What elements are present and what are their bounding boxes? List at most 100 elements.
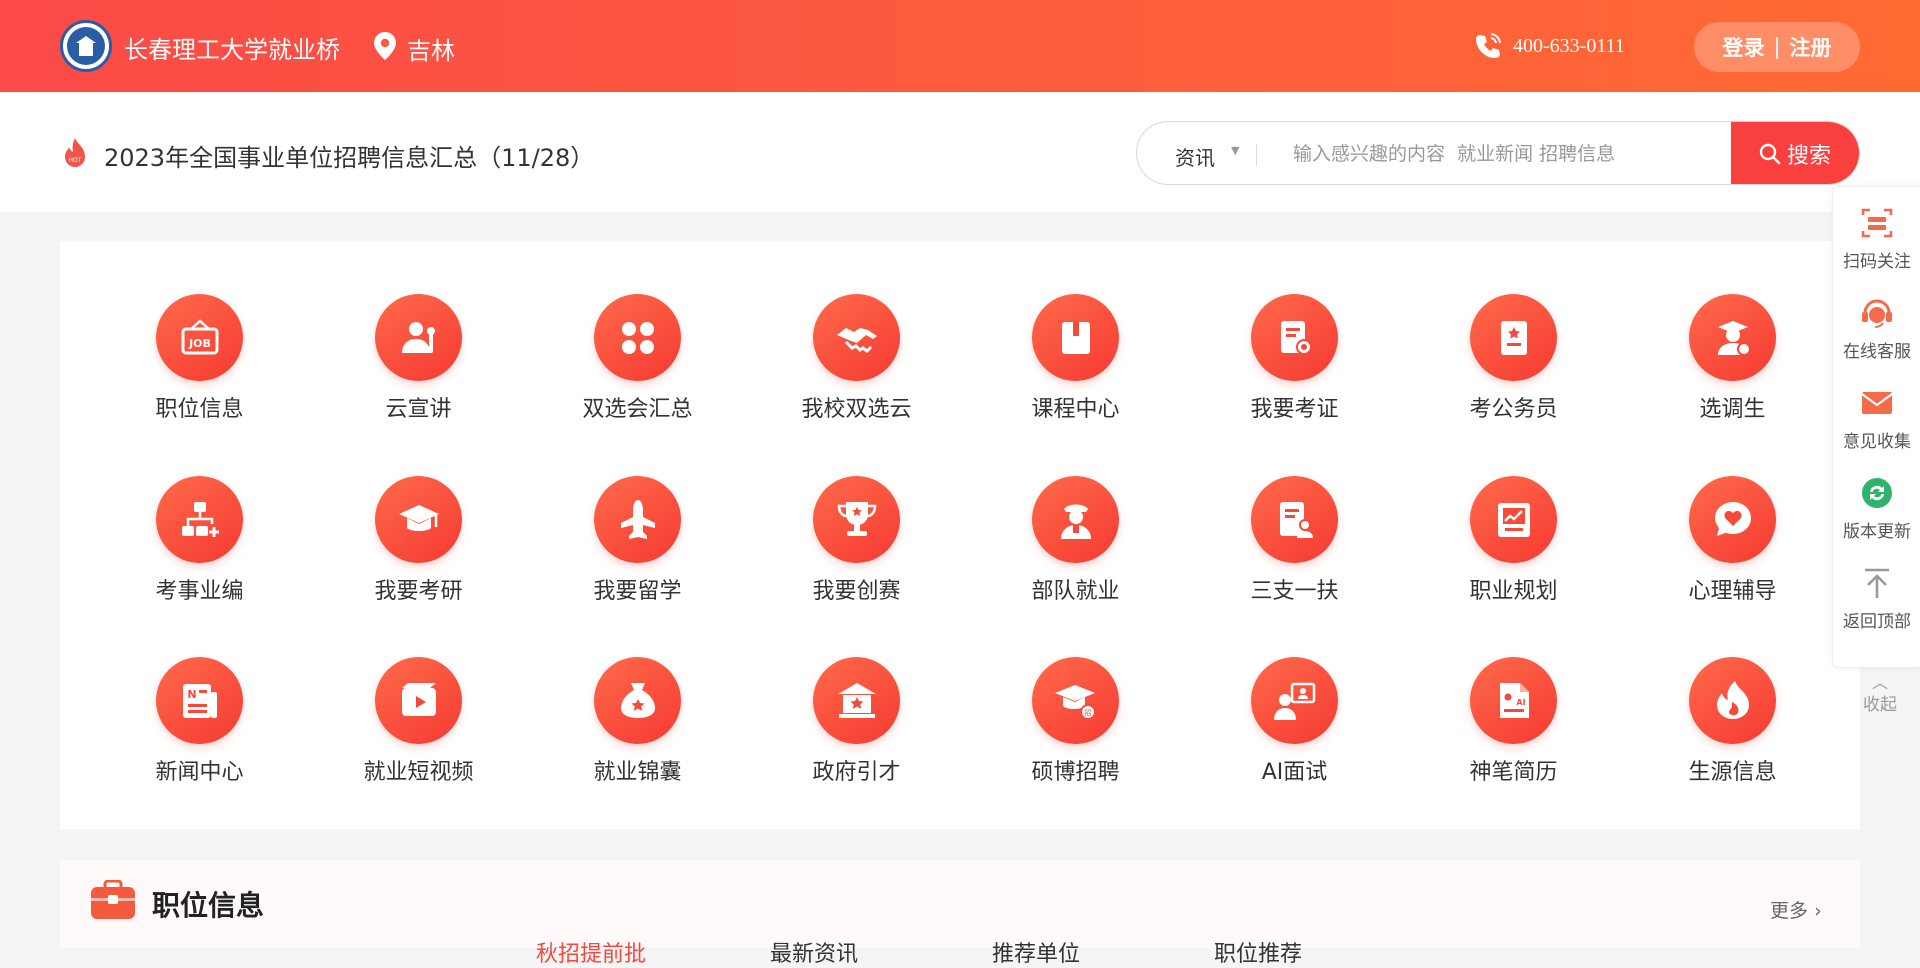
grid-icon-circle [594, 476, 681, 563]
grid-item-label: 就业锦囊 [593, 760, 682, 785]
float-item-refresh[interactable]: 版本更新 [1833, 457, 1920, 547]
float-item-back-to-top[interactable]: 返回顶部 [1833, 547, 1920, 637]
tab-recommended-jobs[interactable]: 职位推荐 [1214, 936, 1302, 968]
search-input[interactable] [1291, 134, 1691, 174]
site-name[interactable]: 长春理工大学就业桥 [124, 30, 340, 65]
grid-icon-circle [1689, 294, 1776, 381]
grid-item-doctoral-cap[interactable]: 招硕博招聘 [966, 657, 1185, 797]
location-selector[interactable]: 吉林 [407, 31, 455, 66]
job-sign-icon: JOB [181, 318, 218, 354]
grid-item-government-building[interactable]: 政府引才 [747, 657, 966, 797]
float-item-scan[interactable]: 扫码关注 [1833, 187, 1920, 277]
grid-item-flame[interactable]: 生源信息 [1623, 657, 1842, 797]
grid-icon-circle [156, 476, 243, 563]
grid-item-resume-person[interactable]: 三支一扶 [1185, 476, 1404, 616]
phone-icon [1476, 33, 1501, 58]
trophy-icon [837, 501, 876, 536]
search-button[interactable]: 搜索 [1731, 122, 1859, 184]
chevron-right-icon: › [1814, 900, 1822, 922]
hotline-number: 400-633-0111 [1513, 35, 1625, 57]
float-item-mail[interactable]: 意见收集 [1833, 367, 1920, 457]
grid-item-label: 双选会汇总 [582, 397, 693, 422]
university-logo-icon[interactable] [60, 20, 112, 72]
more-label: 更多 [1770, 900, 1809, 922]
grid-item-airplane[interactable]: 我要留学 [528, 476, 747, 616]
heart-chat-icon [1714, 501, 1751, 536]
grid-item-soldier[interactable]: 部队就业 [966, 476, 1185, 616]
search-icon [1759, 143, 1781, 165]
grid-icon-circle [1470, 476, 1557, 563]
ai-interview-icon [1273, 682, 1315, 720]
grid-icon-circle [813, 476, 900, 563]
grid-item-graduate-person[interactable]: 选调生 [1623, 294, 1842, 434]
grid-item-chart-board[interactable]: 职业规划 [1404, 476, 1623, 616]
scan-icon [1861, 208, 1893, 238]
grid-icon-circle: N [156, 657, 243, 744]
grid-item-label: 职业规划 [1469, 579, 1558, 604]
grid-icon-circle [1032, 294, 1119, 381]
grid-item-trophy[interactable]: 我要创赛 [747, 476, 966, 616]
grid-icon-circle [1251, 657, 1338, 744]
notice-search-bar: HOT 2023年全国事业单位招聘信息汇总（11/28） 资讯 ▼ 搜索 [0, 92, 1920, 212]
clover-icon [621, 321, 654, 354]
grid-item-job-sign[interactable]: JOB 职位信息 [90, 294, 309, 434]
grid-icon-circle [1032, 476, 1119, 563]
top-header: 长春理工大学就业桥 吉林 400-633-0111 登录 | 注册 [0, 0, 1920, 92]
register-link[interactable]: 注册 [1790, 32, 1832, 62]
section-title: 职位信息 [152, 889, 265, 922]
float-item-label: 意见收集 [1843, 432, 1911, 452]
grid-item-label: 课程中心 [1031, 397, 1120, 422]
grid-item-label: 考事业编 [155, 579, 244, 604]
mail-icon [1861, 392, 1893, 414]
tab-recommended-companies[interactable]: 推荐单位 [992, 936, 1080, 968]
more-link[interactable]: 更多 › [1770, 896, 1822, 923]
grid-icon-circle: AI [1470, 657, 1557, 744]
search-category-select[interactable]: 资讯 [1175, 142, 1215, 171]
grid-item-newspaper[interactable]: N 新闻中心 [90, 657, 309, 797]
grid-item-video[interactable]: 就业短视频 [309, 657, 528, 797]
svg-text:HOT: HOT [69, 157, 82, 164]
float-item-customer-service[interactable]: 在线客服 [1833, 277, 1920, 367]
collapse-button[interactable]: ︿ 收起 [1840, 675, 1920, 716]
grid-item-label: 云宣讲 [385, 397, 452, 422]
grid-icon-circle [1689, 657, 1776, 744]
grid-item-ai-interview[interactable]: AI面试 [1185, 657, 1404, 797]
grid-item-label: 职位信息 [155, 397, 244, 422]
grid-item-label: 三支一扶 [1250, 579, 1339, 604]
login-register-button[interactable]: 登录 | 注册 [1694, 22, 1860, 72]
grid-item-label: 考公务员 [1469, 397, 1558, 422]
float-item-label: 在线客服 [1843, 342, 1911, 362]
grid-item-money-bag[interactable]: 就业锦囊 [528, 657, 747, 797]
grid-item-label: 我校双选云 [801, 397, 912, 422]
grid-item-ai-resume[interactable]: AI 神笔简历 [1404, 657, 1623, 797]
grid-item-clover[interactable]: 双选会汇总 [528, 294, 747, 434]
collapse-label: 收起 [1863, 695, 1897, 715]
grid-icon-circle: JOB [156, 294, 243, 381]
service-grid: JOB 职位信息 云宣讲 双选会汇总 我校双选云 课程中心 我要考证 考公务员 选调生考事业编 我… [60, 241, 1860, 829]
tab-latest-news[interactable]: 最新资讯 [770, 936, 858, 968]
grid-item-document-star[interactable]: 考公务员 [1404, 294, 1623, 434]
auth-separator: | [1773, 35, 1781, 59]
grid-item-label: 政府引才 [812, 760, 901, 785]
grid-item-org-chart[interactable]: 考事业编 [90, 476, 309, 616]
grid-item-label: 心理辅导 [1688, 579, 1777, 604]
grid-icon-circle [813, 294, 900, 381]
flame-icon [1716, 680, 1749, 719]
right-float-panel: 扫码关注在线客服意见收集版本更新 返回顶部 [1832, 186, 1920, 668]
grid-item-handshake[interactable]: 我校双选云 [747, 294, 966, 434]
location-pin-icon[interactable] [373, 32, 397, 60]
grid-item-graduation-cap[interactable]: 我要考研 [309, 476, 528, 616]
refresh-icon [1862, 478, 1892, 508]
grid-item-certificate[interactable]: 我要考证 [1185, 294, 1404, 434]
caret-down-icon[interactable]: ▼ [1231, 144, 1239, 157]
tab-early-batch[interactable]: 秋招提前批 [536, 936, 646, 968]
grid-item-label: 新闻中心 [155, 760, 244, 785]
grid-item-label: 部队就业 [1031, 579, 1120, 604]
svg-text:N: N [187, 688, 196, 701]
grid-item-book[interactable]: 课程中心 [966, 294, 1185, 434]
login-link[interactable]: 登录 [1722, 32, 1764, 62]
grid-item-heart-chat[interactable]: 心理辅导 [1623, 476, 1842, 616]
notice-headline-link[interactable]: 2023年全国事业单位招聘信息汇总（11/28） [104, 138, 594, 173]
service-grid-card: JOB 职位信息 云宣讲 双选会汇总 我校双选云 课程中心 我要考证 考公务员 选调生考事业编 我… [60, 241, 1860, 829]
grid-item-speaker[interactable]: 云宣讲 [309, 294, 528, 434]
